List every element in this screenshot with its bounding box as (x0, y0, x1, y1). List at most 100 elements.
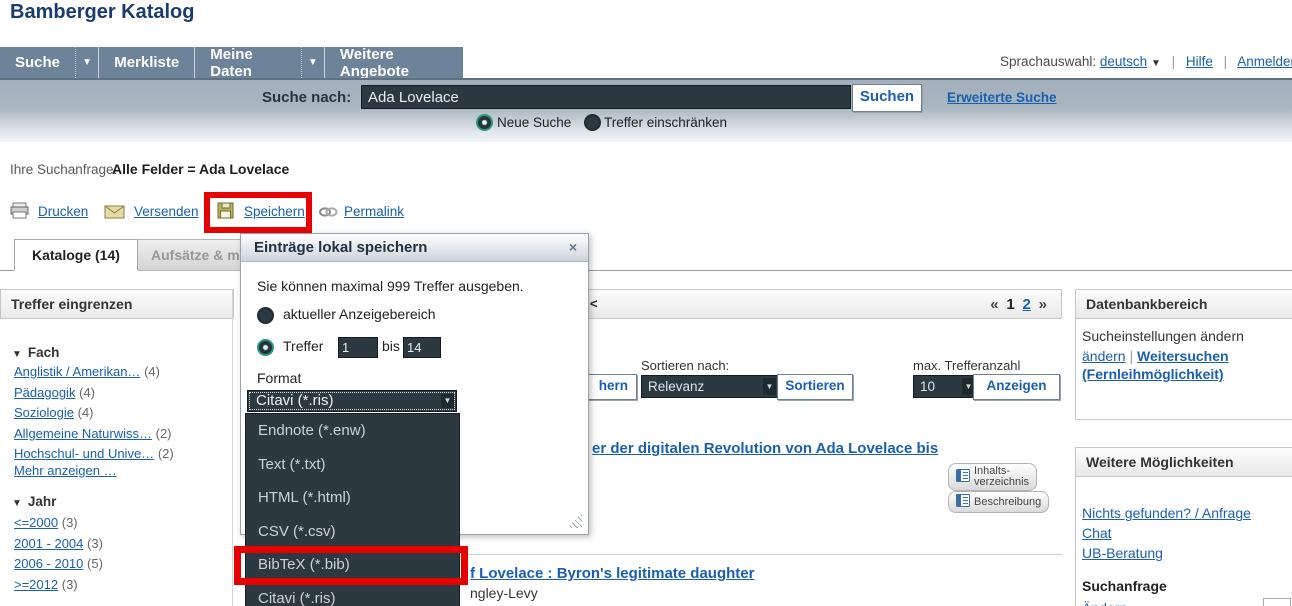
facet-more-link: Mehr anzeigen … (14, 463, 117, 478)
description-button[interactable]: Beschreibung (948, 491, 1049, 513)
format-select[interactable]: Citavi (*.ris) ▼ (247, 390, 457, 412)
permalink-link[interactable]: Permalink (344, 204, 404, 219)
pagination-page-1: 1 (1006, 296, 1014, 313)
description-button-label: Beschreibung (974, 497, 1041, 508)
more-options-panel-header: Weitere Möglichkeiten (1076, 448, 1292, 477)
radio-treffer-einschraenken-label: Treffer einschränken (604, 115, 727, 130)
main-nav: Suche ▼ Merkliste Meine Daten ▼ Weitere … (0, 47, 463, 78)
printer-icon (10, 202, 29, 224)
pagination-page-2[interactable]: 2 (1023, 296, 1031, 313)
nav-item-meine-daten[interactable]: Meine Daten (195, 47, 300, 78)
dialog-message: Sie können maximal 999 Treffer ausgeben. (257, 278, 524, 294)
suchanfrage-heading: Suchanfrage (1082, 576, 1287, 596)
clipped-input-fragment[interactable] (1263, 598, 1291, 606)
nav-item-label: Weitere Angebote (340, 46, 448, 80)
range-from-input[interactable] (338, 337, 378, 358)
nav-meine-daten-dropdown-arrow[interactable]: ▼ (301, 47, 325, 78)
toc-button[interactable]: Inhalts-verzeichnis (948, 463, 1037, 491)
tab-kataloge[interactable]: Kataloge (14) (14, 239, 138, 271)
range-to-input[interactable] (403, 337, 441, 358)
save-dialog-title: Einträge lokal speichern (241, 234, 588, 262)
facet-link: >=2012 (3) (14, 577, 78, 592)
nav-suche-dropdown-arrow[interactable]: ▼ (75, 47, 99, 78)
interlibrary-loan-link[interactable]: (Fernleihmöglichkeit) (1082, 366, 1224, 382)
annotation-box-bibtex (234, 546, 468, 585)
facet-link: Soziologie (4) (14, 405, 94, 420)
nav-item-label: Merkliste (114, 54, 179, 71)
continue-search-link[interactable]: Weitersuchen (1137, 348, 1229, 364)
facet-link: <=2000 (3) (14, 515, 78, 530)
aendern-link-clipped[interactable]: Ändern (1082, 600, 1127, 606)
facet-link: 2006 - 2010 (5) (14, 556, 103, 571)
language-select[interactable]: deutsch (1100, 54, 1147, 69)
nav-item-suche[interactable]: Suche (0, 47, 75, 78)
chevron-down-icon: ▼ (308, 57, 318, 68)
permalink-chain-icon (318, 205, 339, 224)
facet-group-jahr[interactable]: ▼ Jahr (12, 494, 56, 509)
search-label: Suche nach: (262, 89, 351, 106)
nothing-found-link[interactable]: Nichts gefunden? / Anfrage (1082, 505, 1251, 521)
format-option-csv[interactable]: CSV (*.csv) (246, 515, 459, 549)
separator: | (1224, 54, 1228, 69)
radio-current-range[interactable] (257, 307, 274, 324)
pagination-next[interactable]: » (1039, 296, 1047, 313)
facet-link: Pädagogik (4) (14, 385, 95, 400)
sort-button[interactable]: Sortieren (777, 374, 853, 400)
nav-item-weitere-angebote[interactable]: Weitere Angebote (325, 47, 463, 78)
chevron-down-icon: ▼ (1151, 58, 1161, 69)
facet-group-label: Jahr (28, 494, 57, 509)
language-label: Sprachauswahl: (1000, 54, 1096, 69)
hidden-text-fragment: < (590, 290, 598, 318)
login-link[interactable]: Anmelden (1237, 54, 1292, 69)
chat-link[interactable]: Chat (1082, 525, 1112, 541)
facet-link: 2001 - 2004 (3) (14, 536, 103, 551)
separator: | (1129, 348, 1133, 364)
radio-neue-suche[interactable] (476, 114, 493, 131)
send-link[interactable]: Versenden (134, 204, 199, 219)
radio-treffer-range-label: Treffer (283, 338, 323, 354)
change-link[interactable]: ändern (1082, 348, 1126, 364)
tab-aufsaetze[interactable]: Aufsätze & m (133, 239, 258, 271)
pagination: « 1 2 » (990, 290, 1047, 319)
ub-beratung-link[interactable]: UB-Beratung (1082, 545, 1163, 561)
search-input[interactable] (361, 85, 851, 109)
max-results-select[interactable]: 10 ▼ (913, 375, 978, 398)
radio-neue-suche-label: Neue Suche (497, 115, 571, 130)
facet-link: Hochschul- und Unive… (2) (14, 446, 174, 461)
nav-item-merkliste[interactable]: Merkliste (99, 47, 195, 78)
annotation-box-speichern (204, 192, 312, 233)
format-option-citavi[interactable]: Citavi (*.ris) (246, 582, 459, 606)
resize-grip[interactable] (567, 513, 582, 528)
max-results-value: 10 (920, 379, 935, 394)
radio-treffer-range[interactable] (257, 339, 274, 356)
sort-select-value: Relevanz (648, 379, 704, 394)
document-icon (956, 469, 970, 485)
result-2-title-link[interactable]: f Lovelace : Byron's legitimate daughter (470, 565, 754, 582)
sort-select[interactable]: Relevanz ▼ (641, 375, 779, 398)
help-link[interactable]: Hilfe (1186, 54, 1213, 69)
triangle-down-icon: ▼ (12, 498, 22, 509)
divider (232, 289, 233, 606)
show-button[interactable]: Anzeigen (973, 374, 1060, 400)
facet-group-fach[interactable]: ▼Fach (12, 345, 59, 360)
pagination-prev[interactable]: « (990, 296, 998, 313)
page: Bamberger Katalog Suche ▼ Merkliste Mein… (0, 0, 1292, 606)
result-1-title-link[interactable]: er der digitalen Revolution von Ada Love… (592, 440, 938, 457)
facet-panel-header: Treffer eingrenzen (0, 289, 234, 319)
format-option-html[interactable]: HTML (*.html) (246, 481, 459, 515)
radio-treffer-einschraenken[interactable] (584, 114, 601, 131)
facet-link: Anglistik / Amerikan… (4) (14, 364, 160, 379)
search-button[interactable]: Suchen (852, 84, 922, 112)
more-options-panel: Weitere Möglichkeiten Nichts gefunden? /… (1075, 447, 1292, 606)
page-title: Bamberger Katalog (10, 1, 195, 24)
envelope-icon (104, 205, 125, 224)
advanced-search-link[interactable]: Erweiterte Suche (947, 90, 1057, 105)
radio-current-range-label: aktueller Anzeigebereich (283, 306, 436, 322)
format-option-text[interactable]: Text (*.txt) (246, 448, 459, 482)
query-summary-label: Ihre Suchanfrage: (10, 162, 117, 177)
max-results-label: max. Trefferanzahl (913, 358, 1020, 373)
query-summary-value: Alle Felder = Ada Lovelace (112, 161, 289, 177)
print-link[interactable]: Drucken (38, 204, 88, 219)
close-icon[interactable]: × (569, 234, 577, 261)
format-option-endnote[interactable]: Endnote (*.enw) (246, 414, 459, 448)
